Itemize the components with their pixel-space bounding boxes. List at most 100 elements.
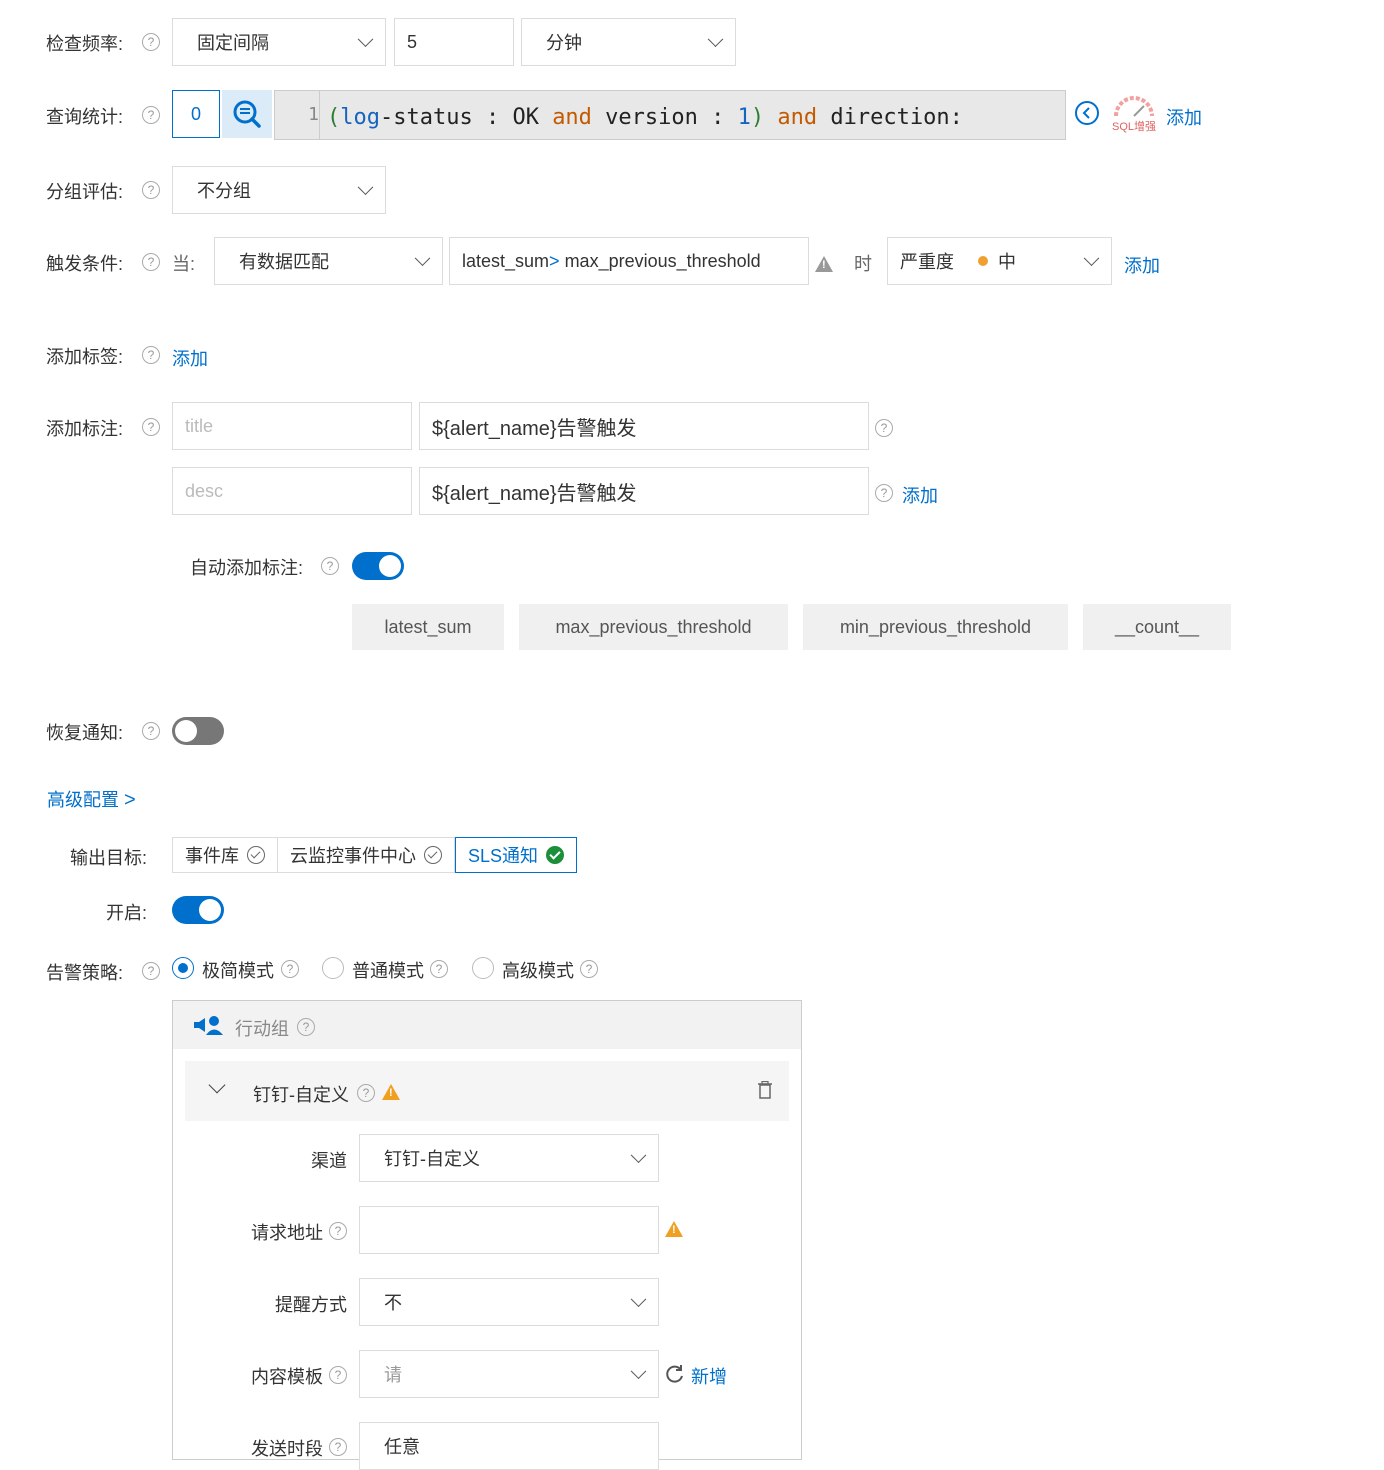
grouping-label: 分组评估: bbox=[46, 182, 124, 202]
output-target-cloudmonitor[interactable]: 云监控事件中心 bbox=[278, 837, 455, 873]
tags-label: 添加标签: bbox=[46, 347, 124, 367]
help-icon[interactable]: ? bbox=[321, 557, 339, 575]
policy-mode-label: 极简模式 bbox=[202, 961, 274, 981]
chevron-down-icon bbox=[630, 1147, 647, 1164]
chevron-down-icon bbox=[414, 250, 431, 267]
check-circle-filled-icon bbox=[546, 846, 565, 864]
annotation-chip[interactable]: min_previous_threshold bbox=[803, 604, 1068, 650]
trigger-label: 触发条件: bbox=[46, 254, 124, 274]
trigger-match-select[interactable]: 有数据匹配 bbox=[214, 237, 443, 285]
grouping-select[interactable]: 不分组 bbox=[172, 166, 386, 214]
recovery-toggle[interactable] bbox=[172, 717, 224, 745]
output-target-group: 事件库 云监控事件中心 SLS通知 bbox=[172, 837, 578, 873]
toggle-knob bbox=[379, 555, 401, 577]
template-new-link[interactable]: 新增 bbox=[691, 1363, 727, 1389]
help-icon[interactable]: ? bbox=[142, 346, 160, 364]
trigger-add-link[interactable]: 添加 bbox=[1124, 252, 1160, 278]
help-icon[interactable]: ? bbox=[875, 419, 893, 437]
help-icon[interactable]: ? bbox=[875, 484, 893, 502]
frequency-unit-select[interactable]: 分钟 bbox=[521, 18, 736, 66]
code-token: version : bbox=[591, 105, 738, 130]
query-search-button[interactable] bbox=[222, 90, 272, 138]
policy-radio-simple[interactable] bbox=[172, 957, 194, 979]
code-token: direction: bbox=[817, 105, 963, 130]
help-icon[interactable]: ? bbox=[142, 106, 160, 124]
help-icon[interactable]: ? bbox=[142, 722, 160, 740]
chevron-down-icon[interactable] bbox=[208, 1076, 226, 1094]
frequency-mode-select[interactable]: 固定间隔 bbox=[172, 18, 386, 66]
severity-label: 严重度 bbox=[900, 252, 954, 272]
annotation-value-input[interactable]: ${alert_name}告警触发 bbox=[419, 467, 869, 515]
action-group-panel: 行动组 ? 钉钉-自定义 ? 渠道 钉钉-自定义 请求地址 ? 提醒方式 不 内… bbox=[172, 1000, 802, 1470]
annotation-key-input[interactable]: desc bbox=[172, 467, 412, 515]
frequency-interval-input[interactable]: 5 bbox=[394, 18, 514, 66]
policy-radio-advanced[interactable] bbox=[472, 957, 494, 979]
channel-select[interactable]: 钉钉-自定义 bbox=[359, 1134, 659, 1182]
auto-annotation-toggle[interactable] bbox=[352, 552, 404, 580]
annotation-chip[interactable]: __count__ bbox=[1083, 604, 1231, 650]
frequency-unit-value: 分钟 bbox=[546, 33, 582, 53]
url-input[interactable] bbox=[359, 1206, 659, 1254]
annotation-chip[interactable]: latest_sum bbox=[352, 604, 504, 650]
help-icon[interactable]: ? bbox=[580, 960, 598, 978]
template-select[interactable]: 请 bbox=[359, 1350, 659, 1398]
severity-select[interactable]: 严重度 中 bbox=[887, 237, 1112, 285]
output-target-name: 云监控事件中心 bbox=[290, 846, 416, 866]
query-add-link[interactable]: 添加 bbox=[1166, 104, 1202, 130]
help-icon[interactable]: ? bbox=[142, 962, 160, 980]
trigger-when-label: 当: bbox=[172, 254, 196, 274]
help-icon[interactable]: ? bbox=[329, 1438, 347, 1456]
help-icon[interactable]: ? bbox=[357, 1084, 375, 1102]
code-token: and bbox=[552, 105, 592, 130]
help-icon[interactable]: ? bbox=[329, 1366, 347, 1384]
output-target-event-store[interactable]: 事件库 bbox=[172, 837, 278, 873]
help-icon[interactable]: ? bbox=[297, 1018, 315, 1036]
help-icon[interactable]: ? bbox=[142, 33, 160, 51]
tags-add-link[interactable]: 添加 bbox=[172, 345, 208, 371]
trigger-expression-input[interactable]: latest_sum > max_previous_threshold bbox=[449, 237, 809, 285]
channel-value: 钉钉-自定义 bbox=[384, 1149, 480, 1169]
action-item-header[interactable]: 钉钉-自定义 ? bbox=[185, 1061, 789, 1121]
query-code: (log-status : OK and version : 1) and di… bbox=[327, 91, 963, 139]
query-editor[interactable]: 1 (log-status : OK and version : 1) and … bbox=[274, 90, 1066, 140]
sql-enhance-button[interactable]: SQL增强 bbox=[1112, 96, 1160, 134]
remind-select[interactable]: 不 bbox=[359, 1278, 659, 1326]
annotation-value-input[interactable]: ${alert_name}告警触发 bbox=[419, 402, 869, 450]
trigger-match-value: 有数据匹配 bbox=[239, 252, 329, 272]
frequency-interval-value: 5 bbox=[407, 31, 418, 52]
enable-toggle[interactable] bbox=[172, 896, 224, 924]
search-query-icon bbox=[233, 100, 261, 128]
help-icon[interactable]: ? bbox=[142, 253, 160, 271]
toggle-knob bbox=[199, 899, 221, 921]
collapse-left-icon[interactable] bbox=[1074, 100, 1100, 126]
chevron-down-icon bbox=[630, 1363, 647, 1380]
annotation-key-input[interactable]: title bbox=[172, 402, 412, 450]
query-index-tab[interactable]: 0 bbox=[172, 90, 220, 138]
trigger-expr-a: latest_sum bbox=[462, 250, 550, 271]
line-number: 1 bbox=[275, 91, 320, 139]
refresh-icon[interactable] bbox=[665, 1364, 685, 1384]
code-token: 1 bbox=[737, 105, 751, 130]
trigger-expr-op: > bbox=[549, 250, 560, 271]
action-item-title: 钉钉-自定义 bbox=[253, 1085, 349, 1105]
help-icon[interactable]: ? bbox=[142, 418, 160, 436]
annotation-value: ${alert_name}告警触发 bbox=[432, 417, 637, 440]
output-label: 输出目标: bbox=[70, 848, 148, 868]
severity-dot bbox=[978, 256, 988, 266]
check-circle-icon bbox=[424, 846, 442, 864]
help-icon[interactable]: ? bbox=[329, 1222, 347, 1240]
output-target-sls-notify[interactable]: SLS通知 bbox=[455, 837, 578, 873]
help-icon[interactable]: ? bbox=[142, 181, 160, 199]
policy-radio-normal[interactable] bbox=[322, 957, 344, 979]
help-icon[interactable]: ? bbox=[281, 960, 299, 978]
annotation-key-placeholder: desc bbox=[185, 480, 224, 501]
chevron-down-icon bbox=[707, 31, 724, 48]
annotation-chip[interactable]: max_previous_threshold bbox=[519, 604, 788, 650]
help-icon[interactable]: ? bbox=[430, 960, 448, 978]
trash-icon[interactable] bbox=[757, 1081, 773, 1099]
annotation-key-placeholder: title bbox=[185, 415, 214, 436]
annotations-label: 添加标注: bbox=[46, 419, 124, 439]
send-time-select[interactable]: 任意 bbox=[359, 1422, 659, 1470]
annotation-add-link[interactable]: 添加 bbox=[902, 482, 938, 508]
advanced-config-link[interactable]: 高级配置 > bbox=[47, 786, 136, 812]
